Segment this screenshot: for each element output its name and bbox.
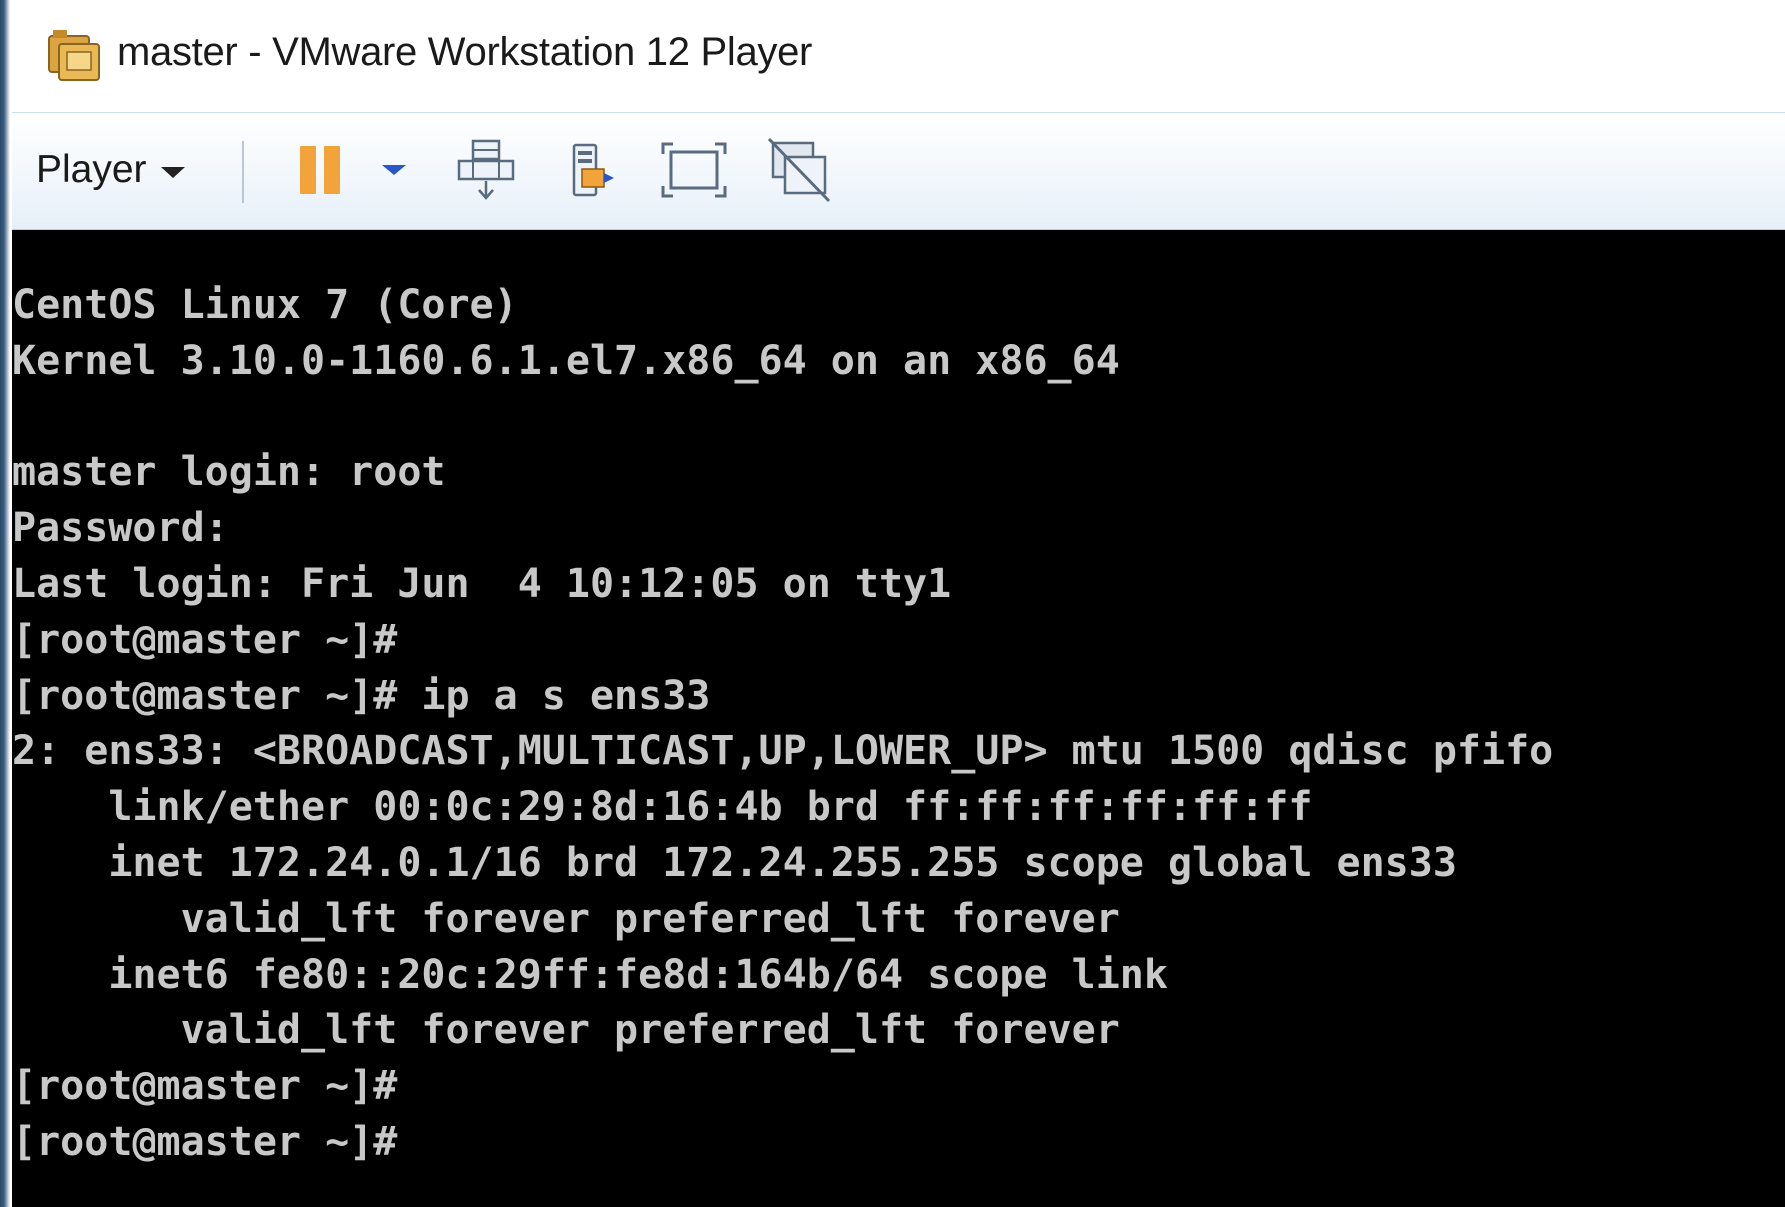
console-line: inet 172.24.0.1/16 brd 172.24.255.255 sc… [12,839,1457,886]
pause-button[interactable] [290,137,350,203]
toolbar-separator [242,141,244,203]
vmware-player-window: master - VMware Workstation 12 Player Pl… [0,0,1785,1207]
vm-console-screen[interactable]: CentOS Linux 7 (Core) Kernel 3.10.0-1160.… [12,230,1785,1207]
toolbar: Player [12,113,1785,230]
console-line: inet6 fe80::20c:29ff:fe8d:164b/64 scope … [12,951,1168,998]
send-ctrl-alt-del-button[interactable] [452,137,522,203]
console-line: link/ether 00:0c:29:8d:16:4b brd ff:ff:f… [12,784,1313,831]
send-ctrl-alt-del-icon [457,139,515,200]
player-menu-button[interactable]: Player [36,137,185,203]
console-line: CentOS Linux 7 (Core) [12,282,518,328]
window-left-border [0,0,12,1207]
removable-devices-icon [572,143,614,197]
pause-icon [296,146,344,194]
console-line: Last login: Fri Jun 4 10:12:05 on tty1 [12,560,952,607]
console-line: [root@master ~]# [12,1063,398,1110]
console-output: CentOS Linux 7 (Core) Kernel 3.10.0-1160.… [12,278,1553,1171]
chevron-down-icon [160,166,185,178]
console-line: master login: root [12,449,446,496]
window-title: master - VMware Workstation 12 Player [117,30,813,74]
fullscreen-button[interactable] [658,137,730,203]
console-line: [root@master ~]# [12,1118,398,1165]
console-line: [root@master ~]# ip a s ens33 [12,672,711,719]
console-line: Kernel 3.10.0-1160.6.1.el7.x86_64 on an … [12,337,1120,384]
removable-devices-button[interactable] [564,137,624,203]
console-line: [root@master ~]# [12,616,398,663]
power-options-dropdown[interactable] [378,137,410,203]
console-line: Password: [12,505,229,552]
player-menu-label: Player [36,148,147,191]
console-line: 2: ens33: <BROADCAST,MULTICAST,UP,LOWER_… [12,728,1554,775]
chevron-down-icon [382,165,406,175]
console-line: valid_lft forever preferred_lft forever [12,1007,1120,1054]
fullscreen-icon [661,142,727,198]
app-icon [48,30,100,81]
title-bar: master - VMware Workstation 12 Player [12,0,1785,113]
unity-button[interactable] [764,137,834,203]
unity-icon [767,137,831,203]
console-line: valid_lft forever preferred_lft forever [12,895,1120,942]
